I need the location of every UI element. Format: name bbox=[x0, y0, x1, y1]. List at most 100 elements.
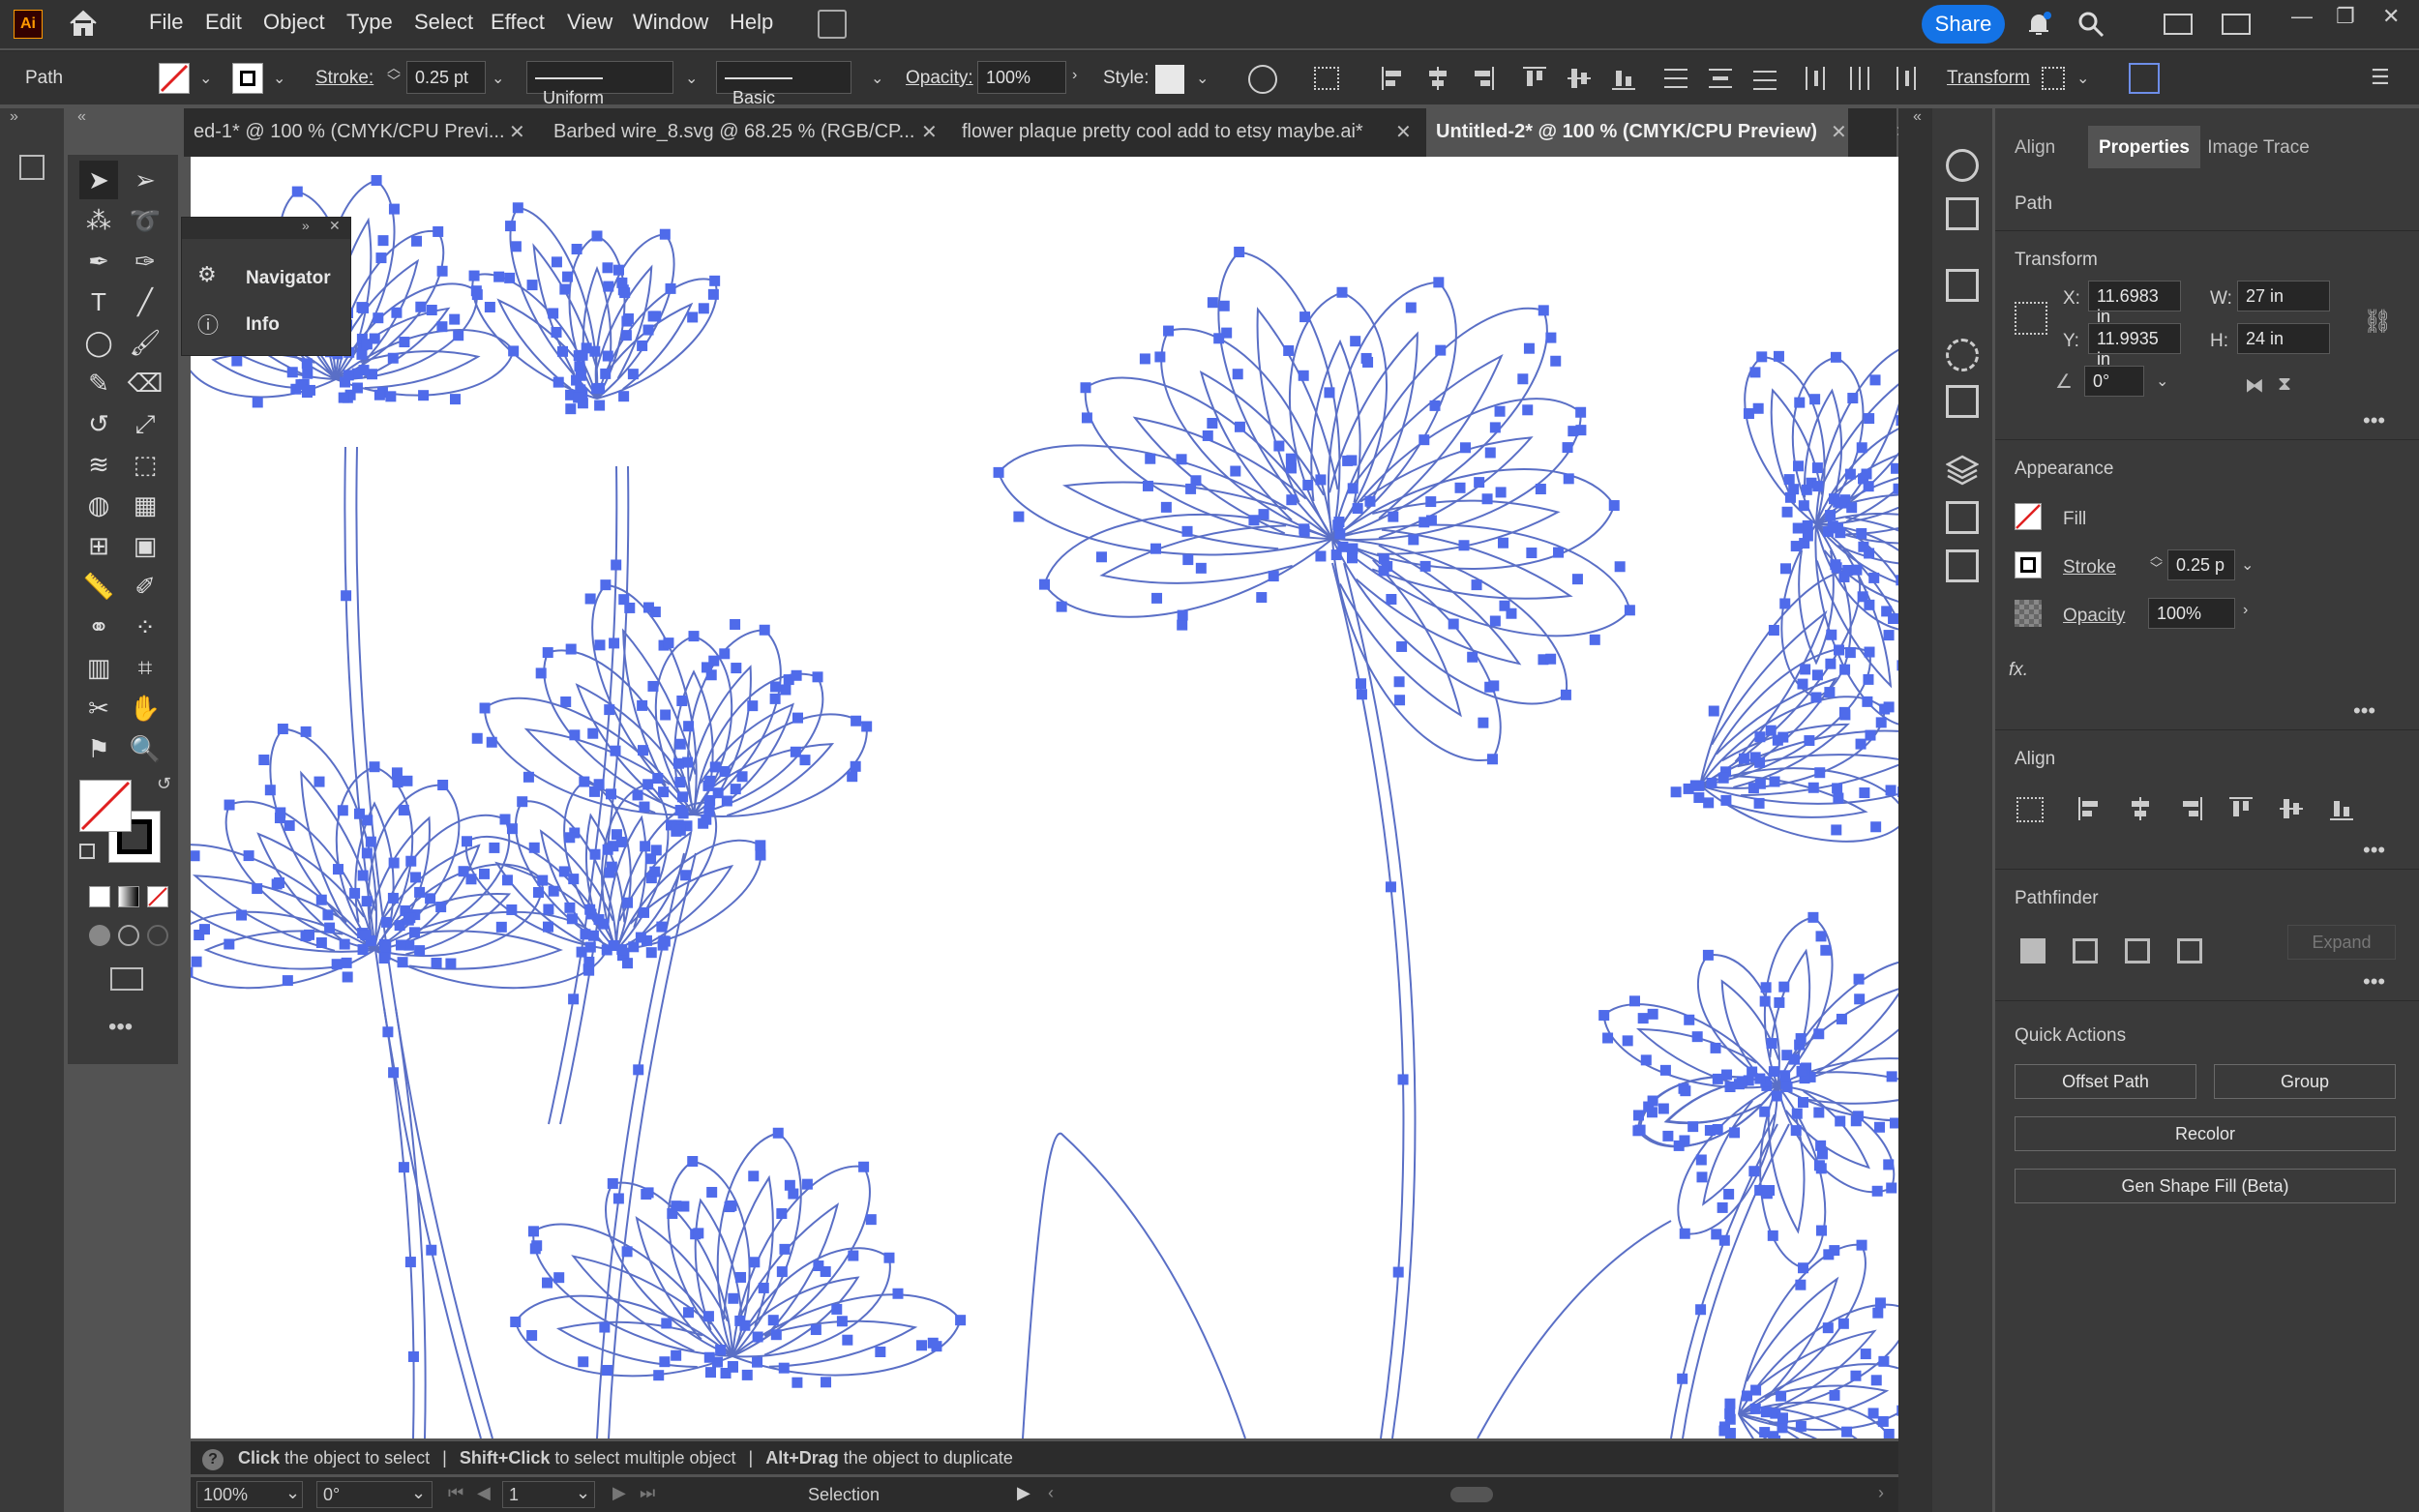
artboard-dropdown-icon[interactable]: ⌄ bbox=[576, 1483, 590, 1503]
anchor-point[interactable] bbox=[1038, 578, 1050, 590]
anchor-point[interactable] bbox=[653, 1370, 665, 1381]
anchor-point[interactable] bbox=[851, 715, 862, 726]
anchor-point[interactable] bbox=[1815, 1163, 1827, 1174]
anchor-point[interactable] bbox=[1793, 460, 1805, 472]
anchor-point[interactable] bbox=[790, 746, 801, 757]
artwork-path[interactable] bbox=[224, 800, 375, 951]
anchor-point[interactable] bbox=[462, 836, 473, 847]
color-panel-icon[interactable] bbox=[1946, 149, 1979, 182]
anchor-point[interactable] bbox=[1563, 473, 1574, 485]
anchor-point[interactable] bbox=[1877, 1415, 1889, 1427]
anchor-point[interactable] bbox=[735, 1271, 747, 1283]
anchor-point[interactable] bbox=[721, 795, 732, 807]
anchor-point[interactable] bbox=[1659, 1064, 1671, 1076]
anchor-point[interactable] bbox=[1258, 509, 1269, 520]
tab-properties[interactable]: Properties bbox=[2088, 137, 2200, 159]
perspective-grid-tool-icon[interactable]: ▦ bbox=[126, 486, 164, 524]
anchor-point[interactable] bbox=[1749, 1403, 1761, 1414]
anchor-point[interactable] bbox=[1142, 480, 1153, 491]
measure-tool-icon[interactable]: 📏 bbox=[79, 567, 118, 606]
anchor-point[interactable] bbox=[637, 745, 648, 756]
anchor-point[interactable] bbox=[848, 1250, 859, 1261]
anchor-point[interactable] bbox=[1299, 311, 1311, 323]
anchor-point[interactable] bbox=[381, 916, 393, 928]
anchor-point[interactable] bbox=[609, 637, 620, 649]
anchor-point[interactable] bbox=[1494, 405, 1506, 417]
anchor-point[interactable] bbox=[341, 957, 352, 968]
distribute-right-icon[interactable] bbox=[1891, 65, 1918, 92]
zoom-dropdown-icon[interactable]: ⌄ bbox=[285, 1483, 300, 1503]
artwork-path[interactable] bbox=[1807, 1071, 1898, 1105]
artwork-path[interactable] bbox=[596, 278, 718, 400]
anchor-point[interactable] bbox=[1608, 500, 1620, 512]
anchor-point[interactable] bbox=[801, 1178, 813, 1190]
anchor-point[interactable] bbox=[788, 1188, 799, 1200]
expand-panels-icon[interactable]: » bbox=[10, 108, 18, 126]
close-tab-icon[interactable]: ✕ bbox=[1831, 120, 1847, 144]
artwork-path[interactable] bbox=[395, 1007, 427, 1438]
anchor-point[interactable] bbox=[1706, 777, 1717, 788]
anchor-point[interactable] bbox=[360, 930, 372, 941]
anchor-point[interactable] bbox=[778, 1362, 790, 1374]
variable-width-profile[interactable]: Uniform bbox=[526, 61, 673, 107]
anchor-point[interactable] bbox=[1760, 1407, 1772, 1418]
anchor-point[interactable] bbox=[1568, 426, 1579, 437]
anchor-point[interactable] bbox=[391, 767, 403, 779]
notification-bell-icon[interactable] bbox=[2024, 10, 2053, 39]
brush-dropdown-icon[interactable]: ⌄ bbox=[871, 69, 883, 88]
anchor-point[interactable] bbox=[1433, 277, 1445, 288]
anchor-point[interactable] bbox=[332, 864, 343, 875]
anchor-point[interactable] bbox=[1364, 495, 1376, 507]
anchor-point[interactable] bbox=[1815, 931, 1827, 942]
anchor-point[interactable] bbox=[191, 966, 194, 978]
layers-panel-icon[interactable] bbox=[1946, 453, 1979, 486]
stroke-weight-input[interactable]: 0.25 pt bbox=[406, 61, 486, 94]
anchor-point[interactable] bbox=[1429, 400, 1441, 411]
anchor-point[interactable] bbox=[526, 1329, 538, 1341]
anchor-point[interactable] bbox=[388, 857, 400, 869]
exclude-icon[interactable] bbox=[2177, 938, 2202, 964]
anchor-point[interactable] bbox=[1538, 305, 1549, 316]
anchor-point[interactable] bbox=[1760, 982, 1772, 993]
anchor-point[interactable] bbox=[1056, 601, 1067, 612]
anchor-point[interactable] bbox=[1788, 1053, 1800, 1065]
anchor-point[interactable] bbox=[658, 786, 670, 798]
anchor-point[interactable] bbox=[755, 849, 766, 861]
anchor-point[interactable] bbox=[619, 287, 631, 299]
anchor-point[interactable] bbox=[1862, 696, 1873, 707]
anchor-point[interactable] bbox=[579, 776, 590, 787]
anchor-point[interactable] bbox=[1890, 1117, 1898, 1129]
anchor-point[interactable] bbox=[558, 866, 570, 877]
anchor-point[interactable] bbox=[562, 271, 574, 282]
anchor-point[interactable] bbox=[659, 935, 671, 947]
anchor-point[interactable] bbox=[615, 836, 627, 847]
anchor-point[interactable] bbox=[727, 1361, 738, 1373]
anchor-point[interactable] bbox=[1080, 382, 1091, 394]
restore-icon[interactable]: ❐ bbox=[2336, 4, 2355, 29]
anchor-point[interactable] bbox=[1230, 465, 1241, 477]
anchor-point[interactable] bbox=[703, 797, 715, 809]
anchor-point[interactable] bbox=[405, 855, 417, 867]
panel-align-center-icon[interactable] bbox=[2127, 795, 2154, 822]
anchor-point[interactable] bbox=[1724, 1413, 1736, 1425]
anchor-point[interactable] bbox=[1622, 1035, 1633, 1047]
anchor-point[interactable] bbox=[622, 897, 634, 908]
stroke-weight-stepper-icon[interactable]: ︿ ﹀ bbox=[2150, 549, 2163, 575]
anchor-point[interactable] bbox=[1798, 500, 1809, 512]
anchor-point[interactable] bbox=[1864, 646, 1875, 658]
anchor-point[interactable] bbox=[652, 773, 664, 785]
fx-label[interactable]: fx. bbox=[2009, 660, 2028, 681]
anchor-point[interactable] bbox=[1738, 753, 1749, 764]
artwork-path[interactable] bbox=[523, 727, 671, 815]
anchor-point[interactable] bbox=[1748, 1166, 1760, 1177]
lasso-tool-icon[interactable]: ➰ bbox=[126, 201, 164, 240]
anchor-point[interactable] bbox=[1332, 519, 1344, 531]
more-align-options-icon[interactable]: ••• bbox=[2363, 838, 2385, 863]
anchor-point[interactable] bbox=[191, 956, 202, 967]
align-horizontal-center-icon[interactable] bbox=[1424, 65, 1451, 92]
panel-align-left-icon[interactable] bbox=[2076, 795, 2104, 822]
anchor-point[interactable] bbox=[349, 887, 361, 899]
anchor-point[interactable] bbox=[752, 1356, 763, 1368]
anchor-point[interactable] bbox=[1781, 506, 1793, 518]
anchor-point[interactable] bbox=[489, 842, 500, 853]
